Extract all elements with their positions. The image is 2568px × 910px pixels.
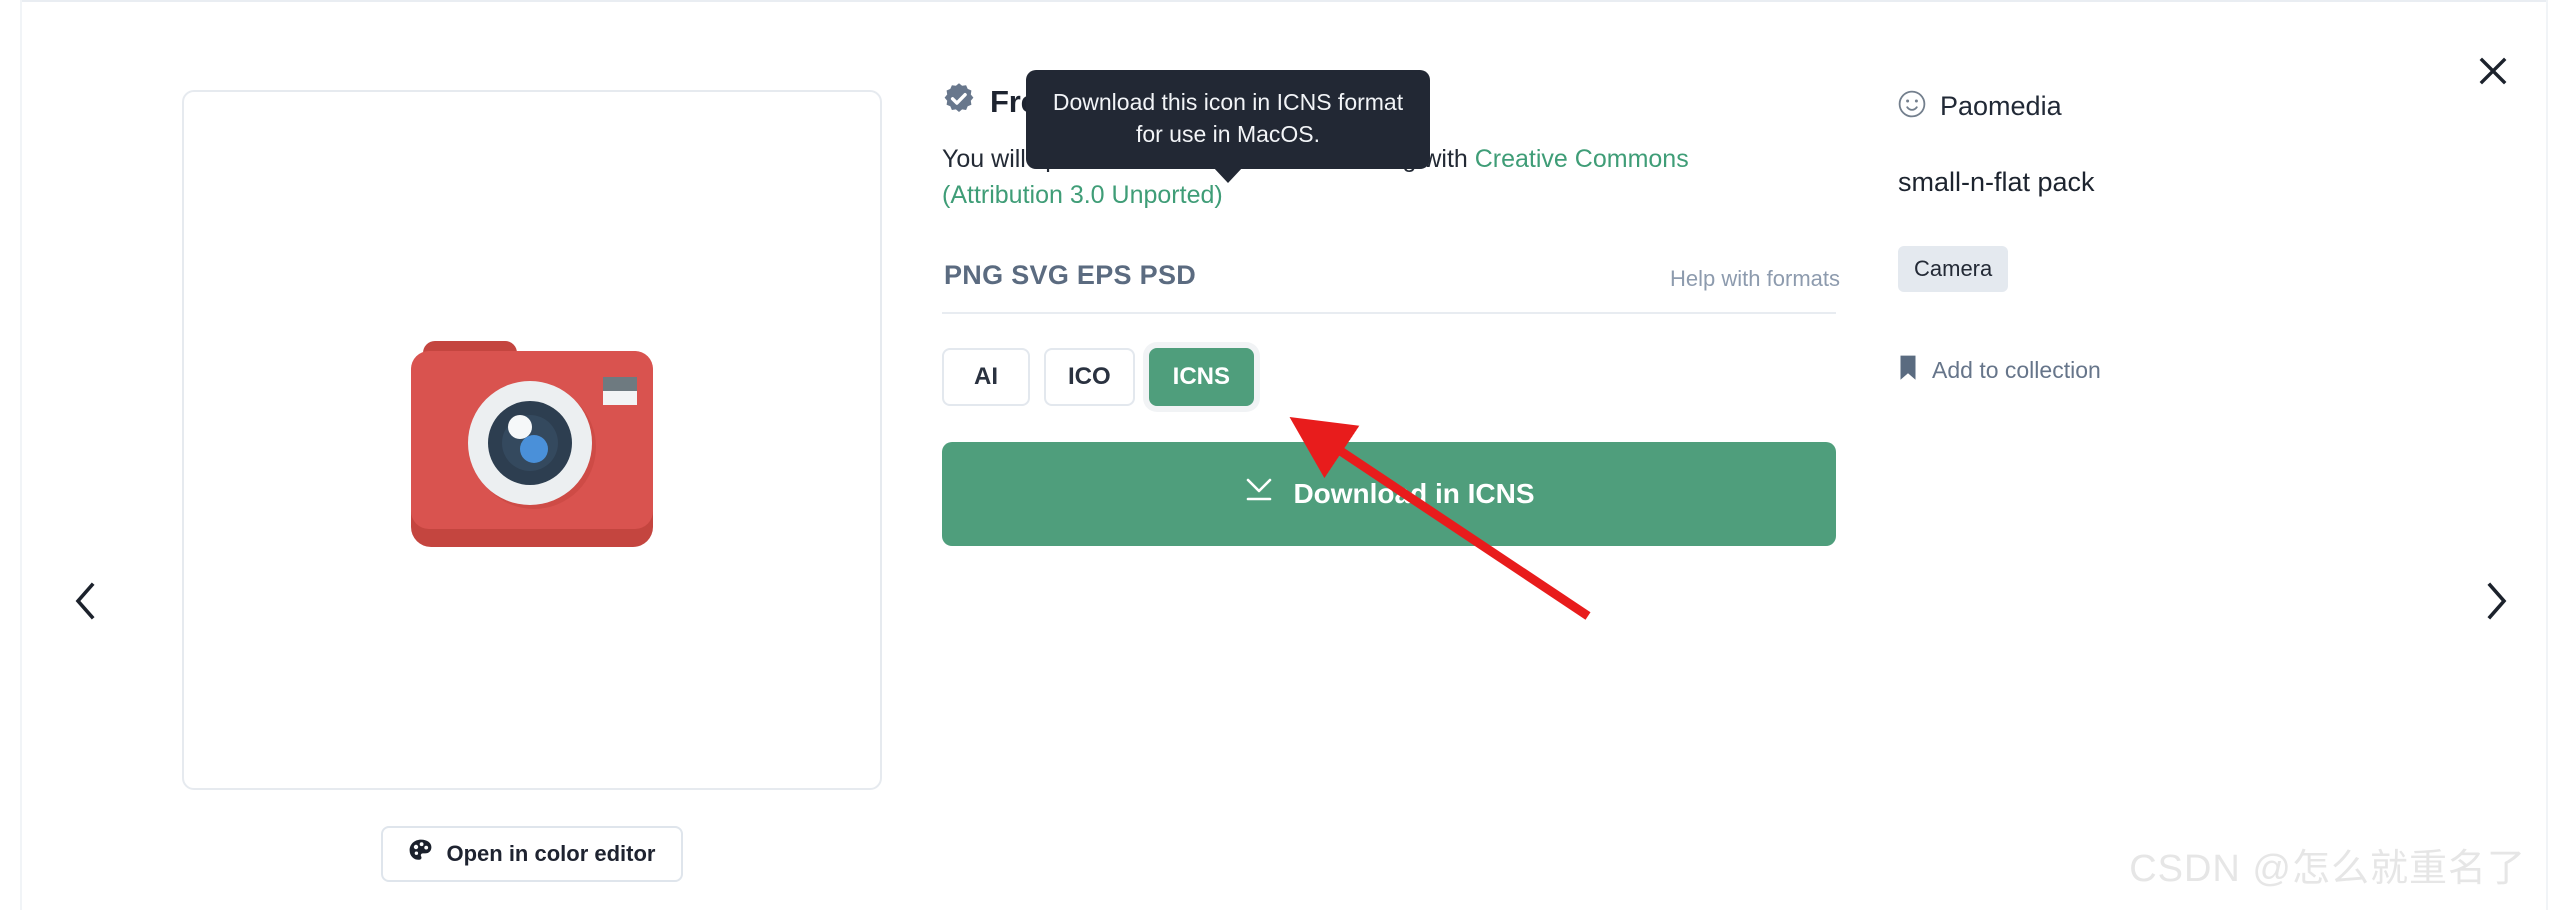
- previous-icon-button[interactable]: [58, 576, 112, 630]
- icon-meta-column: Paomedia small-n-flat pack Camera Add to…: [1898, 90, 2458, 387]
- icns-tooltip-text: Download this icon in ICNS format for us…: [1052, 89, 1404, 147]
- csdn-watermark: CSDN @怎么就重名了: [2129, 848, 2526, 890]
- icon-detail-column: Free icon You will spend 0 credits when …: [942, 70, 1842, 546]
- modal-top-divider: [22, 0, 2546, 2]
- open-in-color-editor-label: Open in color editor: [446, 841, 656, 866]
- tag-row: Camera: [1898, 246, 2458, 292]
- palette-icon: [408, 838, 434, 870]
- format-button-row: AI ICO ICNS Download this icon in ICNS f…: [942, 70, 1842, 406]
- format-button-icns[interactable]: ICNS: [1148, 347, 1255, 406]
- download-button-label: Download in ICNS: [1293, 477, 1535, 509]
- tag-chip-camera[interactable]: Camera: [1898, 246, 2009, 292]
- icon-detail-modal: Open in color editor Free icon You will …: [0, 0, 2568, 910]
- tooltip-arrow: [1213, 167, 1243, 184]
- icon-preview-box: [182, 90, 882, 790]
- format-button-ico[interactable]: ICO: [1044, 347, 1135, 406]
- format-button-ai[interactable]: AI: [942, 347, 1030, 406]
- icon-preview-column: Open in color editor: [182, 90, 882, 882]
- add-to-collection-label: Add to collection: [1932, 357, 2101, 383]
- modal-right-edge: [2546, 0, 2548, 910]
- bookmark-icon: [1898, 354, 1918, 387]
- close-button[interactable]: [2470, 48, 2516, 94]
- chevron-right-icon: [2484, 581, 2510, 626]
- help-with-formats-link[interactable]: Help with formats: [1670, 266, 1840, 292]
- format-header: PNG SVG EPS PSD Help with formats: [942, 260, 1842, 308]
- chevron-left-icon: [72, 581, 98, 626]
- format-divider: [942, 311, 1836, 314]
- pack-name[interactable]: small-n-flat pack: [1898, 167, 2458, 198]
- add-to-collection-button[interactable]: Add to collection: [1898, 354, 2458, 387]
- available-formats-label: PNG SVG EPS PSD: [944, 259, 1197, 290]
- verified-badge-icon: [942, 82, 976, 121]
- author-name: Paomedia: [1940, 91, 2062, 121]
- icns-tooltip: Download this icon in ICNS format for us…: [1026, 70, 1430, 184]
- download-icon: [1243, 476, 1275, 511]
- smiley-face-icon: [1898, 90, 1926, 123]
- close-icon: [2478, 56, 2508, 86]
- download-button[interactable]: Download in ICNS: [942, 441, 1836, 546]
- next-icon-button[interactable]: [2470, 576, 2524, 630]
- author-row[interactable]: Paomedia: [1898, 90, 2458, 123]
- modal-left-edge: [20, 0, 22, 910]
- camera-icon: [397, 315, 667, 565]
- open-in-color-editor-button[interactable]: Open in color editor: [381, 826, 683, 882]
